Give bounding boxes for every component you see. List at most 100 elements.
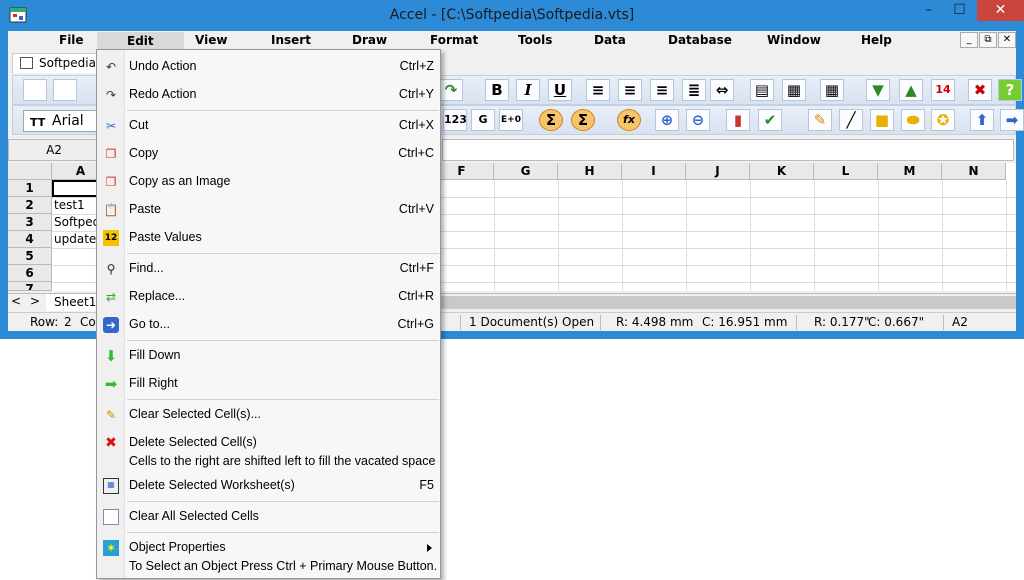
- font-name-box[interactable]: TT Arial: [23, 110, 103, 132]
- column-header-j[interactable]: J: [686, 163, 750, 180]
- menu-draw[interactable]: Draw: [352, 33, 387, 47]
- copy-doc-icon[interactable]: [53, 79, 77, 101]
- table-dropdown-icon[interactable]: ▦: [820, 79, 844, 101]
- cell-a3[interactable]: Softpedia: [52, 214, 100, 231]
- close-button[interactable]: ✕: [977, 0, 1024, 21]
- new-file-icon[interactable]: [23, 79, 47, 101]
- stop-icon[interactable]: ✖: [968, 79, 992, 101]
- row-header-5[interactable]: 5: [8, 248, 52, 265]
- menu-item-copy[interactable]: ❐ Copy Ctrl+C: [97, 142, 440, 166]
- window-layout-icon[interactable]: ▤: [750, 79, 774, 101]
- menu-item-shortcut: Ctrl+V: [398, 202, 434, 216]
- menu-item-fill-down[interactable]: ⬇ Fill Down: [97, 344, 440, 368]
- menu-item-goto[interactable]: ➜ Go to... Ctrl+G: [97, 313, 440, 337]
- menu-item-find[interactable]: ⚲ Find... Ctrl+F: [97, 257, 440, 281]
- row-header-4[interactable]: 4: [8, 231, 52, 248]
- row-header-2[interactable]: 2: [8, 197, 52, 214]
- row-header-3[interactable]: 3: [8, 214, 52, 231]
- menu-item-replace[interactable]: ⇄ Replace... Ctrl+R: [97, 285, 440, 309]
- horizontal-scrollbar[interactable]: [438, 296, 1016, 309]
- ellipse-icon[interactable]: ⬬: [901, 109, 925, 131]
- column-header-m[interactable]: M: [878, 163, 942, 180]
- row-header-6[interactable]: 6: [8, 265, 52, 282]
- cell-a4[interactable]: update1: [52, 231, 100, 248]
- menu-help[interactable]: Help: [861, 33, 892, 47]
- formula-bar[interactable]: [442, 139, 1014, 161]
- check-icon[interactable]: ✔: [758, 109, 782, 131]
- up-arrow-icon[interactable]: ⬆: [970, 109, 994, 131]
- justify-icon[interactable]: ≣: [682, 79, 706, 101]
- mdi-close-button[interactable]: ✕: [998, 32, 1016, 48]
- menu-data[interactable]: Data: [594, 33, 626, 47]
- sheet-tab[interactable]: Sheet1: [46, 294, 96, 311]
- align-center-icon[interactable]: ≡: [618, 79, 642, 101]
- column-header-k[interactable]: K: [750, 163, 814, 180]
- align-right-icon[interactable]: ≡: [650, 79, 674, 101]
- menu-item-paste[interactable]: 📋 Paste Ctrl+V: [97, 198, 440, 222]
- name-box[interactable]: A2: [8, 139, 100, 161]
- menu-item-delete-cells[interactable]: ✖ Delete Selected Cell(s) Cells to the r…: [97, 431, 440, 471]
- menu-format[interactable]: Format: [430, 33, 478, 47]
- sheet-prev-button[interactable]: <: [11, 294, 21, 308]
- menu-insert[interactable]: Insert: [271, 33, 311, 47]
- menu-item-redo[interactable]: ↷ Redo Action Ctrl+Y: [97, 83, 440, 107]
- cell-a2[interactable]: test1: [52, 197, 100, 214]
- mdi-minimize-button[interactable]: _: [960, 32, 978, 48]
- menu-window[interactable]: Window: [767, 33, 821, 47]
- menu-item-clear-all[interactable]: Clear All Selected Cells: [97, 505, 440, 529]
- column-header-i[interactable]: I: [622, 163, 686, 180]
- sheet-next-button[interactable]: >: [30, 294, 40, 308]
- zoom-in-icon[interactable]: ⊕: [655, 109, 679, 131]
- sort-ascending-icon[interactable]: ▼: [866, 79, 890, 101]
- column-header-g[interactable]: G: [494, 163, 558, 180]
- column-header-n[interactable]: N: [942, 163, 1006, 180]
- menu-tools[interactable]: Tools: [518, 33, 552, 47]
- calendar-icon[interactable]: 14: [931, 79, 955, 101]
- menu-item-copy-image[interactable]: ❐ Copy as an Image: [97, 170, 440, 194]
- zoom-out-icon[interactable]: ⊖: [686, 109, 710, 131]
- underline-button[interactable]: U: [548, 79, 572, 101]
- menu-database[interactable]: Database: [668, 33, 732, 47]
- autosum-icon[interactable]: Σ: [539, 109, 563, 131]
- document-tab[interactable]: Softpedia.vts: [12, 53, 118, 73]
- chart-icon[interactable]: ▮: [726, 109, 750, 131]
- pen-icon[interactable]: ✎: [808, 109, 832, 131]
- mdi-restore-button[interactable]: ⧉: [979, 32, 997, 48]
- align-left-icon[interactable]: ≡: [586, 79, 610, 101]
- maximize-button[interactable]: ☐: [945, 0, 974, 21]
- right-arrow-icon[interactable]: ➡: [1000, 109, 1024, 131]
- menu-item-clear-cells[interactable]: ✎ Clear Selected Cell(s)...: [97, 403, 440, 427]
- minimize-button[interactable]: –: [914, 0, 943, 21]
- menu-item-paste-values[interactable]: 12 Paste Values: [97, 226, 440, 250]
- freeform-icon[interactable]: ✪: [931, 109, 955, 131]
- merge-cells-icon[interactable]: ⇔: [710, 79, 734, 101]
- rectangle-icon[interactable]: ■: [870, 109, 894, 131]
- redo-toolbar-icon[interactable]: ↷: [439, 79, 463, 101]
- menu-item-fill-right[interactable]: ➡ Fill Right: [97, 372, 440, 396]
- help-icon[interactable]: ?: [998, 79, 1022, 101]
- column-header-h[interactable]: H: [558, 163, 622, 180]
- bold-button[interactable]: B: [485, 79, 509, 101]
- row-header-1[interactable]: 1: [8, 180, 52, 197]
- line-icon[interactable]: ╱: [839, 109, 863, 131]
- general-format-button[interactable]: G: [471, 109, 495, 131]
- row-header-7[interactable]: 7: [8, 282, 52, 291]
- menu-item-undo[interactable]: ↶ Undo Action Ctrl+Z: [97, 55, 440, 79]
- menu-item-shortcut: Ctrl+C: [398, 146, 434, 160]
- column-header-l[interactable]: L: [814, 163, 878, 180]
- menu-item-delete-worksheet[interactable]: ▦ Delete Selected Worksheet(s) F5: [97, 474, 440, 498]
- function-button[interactable]: fx: [617, 109, 641, 131]
- menu-view[interactable]: View: [195, 33, 227, 47]
- corner-select-all[interactable]: [8, 163, 52, 180]
- number-format-button[interactable]: 123: [443, 109, 467, 131]
- sort-descending-icon[interactable]: ▲: [899, 79, 923, 101]
- exponent-format-button[interactable]: E+0: [499, 109, 523, 131]
- sum-dropdown-icon[interactable]: Σ: [571, 109, 595, 131]
- view-icon[interactable]: ▦: [782, 79, 806, 101]
- menu-item-cut[interactable]: ✂ Cut Ctrl+X: [97, 114, 440, 138]
- grid-line: [1006, 180, 1007, 291]
- menu-item-object-properties[interactable]: ✶ Object Properties To Select an Object …: [97, 536, 440, 576]
- italic-button[interactable]: I: [516, 79, 540, 101]
- font-type-icon: TT: [30, 116, 46, 129]
- menu-file[interactable]: File: [59, 33, 84, 47]
